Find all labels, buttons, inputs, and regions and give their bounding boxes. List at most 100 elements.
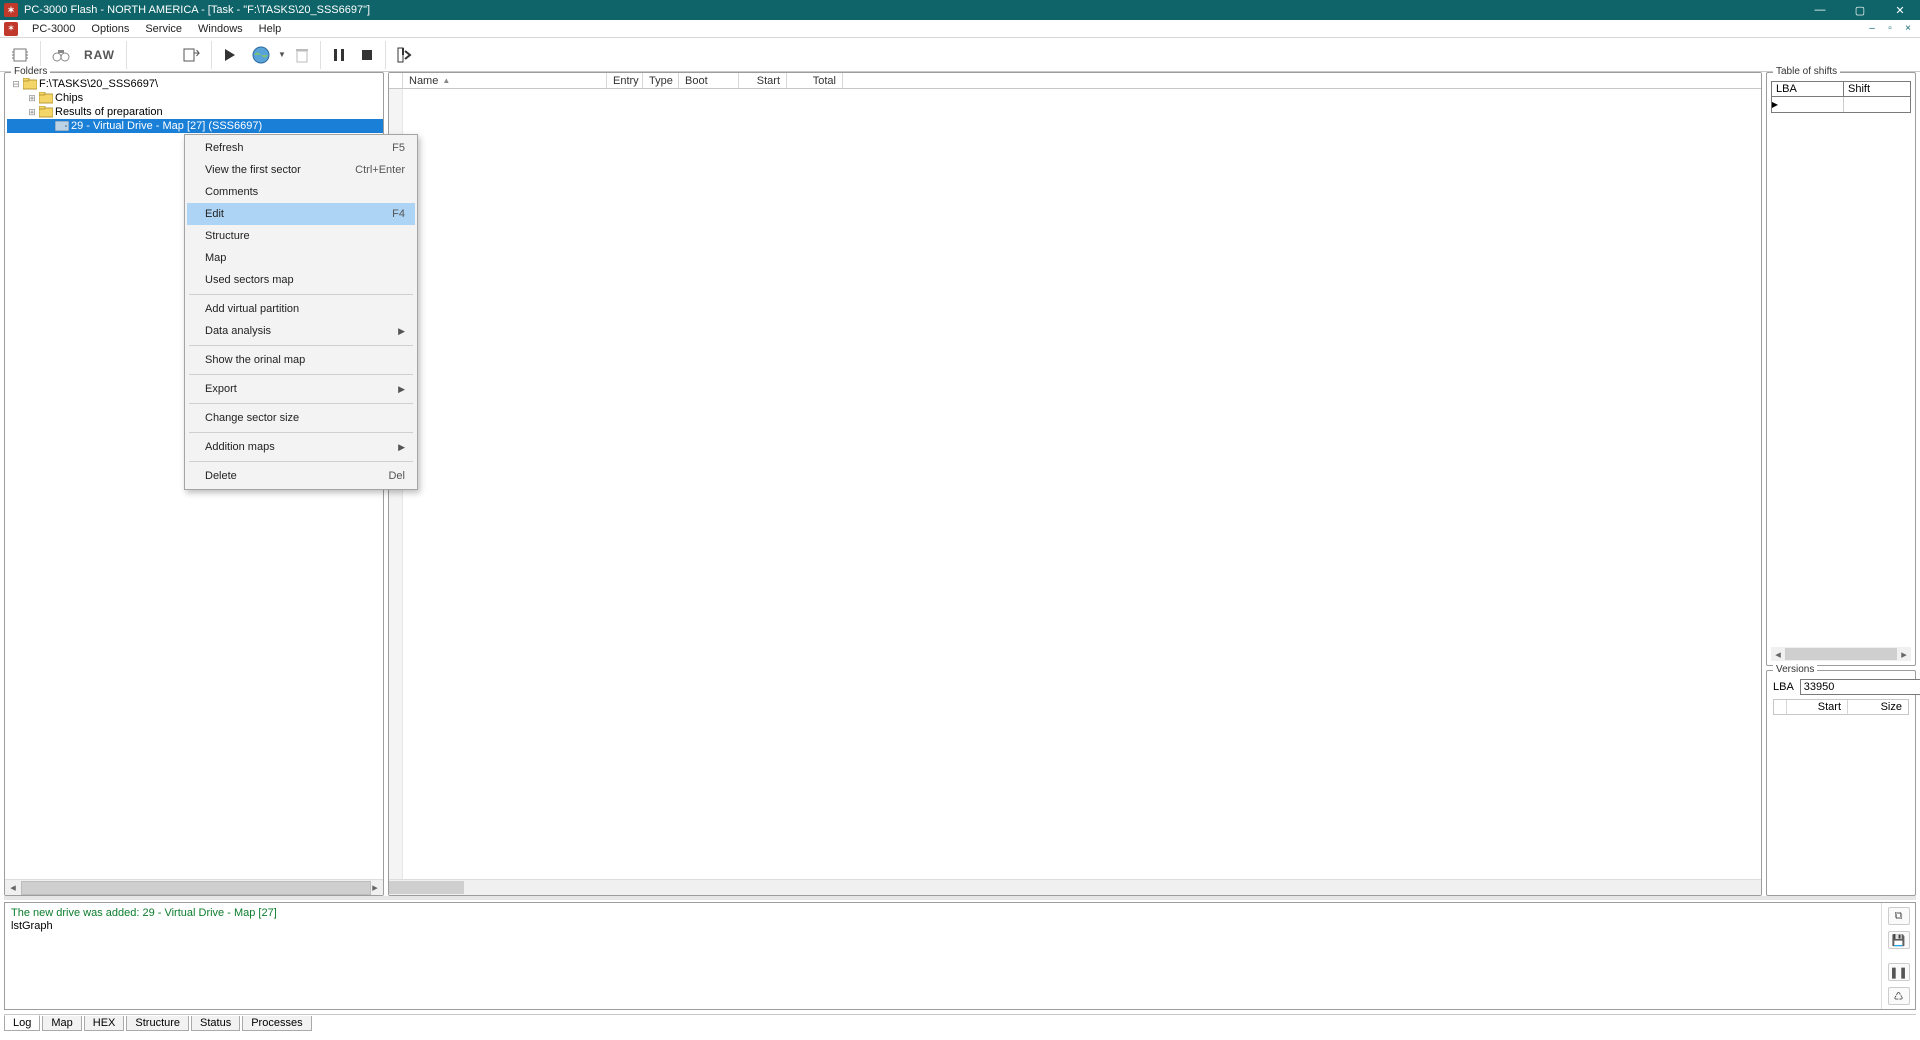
context-item-label: Structure <box>205 230 250 242</box>
tab-hex[interactable]: HEX <box>84 1016 125 1031</box>
grid-col-start[interactable]: Start <box>739 73 787 88</box>
stop-icon[interactable] <box>355 42 379 68</box>
context-item-label: Edit <box>205 208 224 220</box>
tree-item-label: F:\TASKS\20_SSS6697\ <box>39 78 158 90</box>
menu-help[interactable]: Help <box>251 22 290 36</box>
menu-options[interactable]: Options <box>83 22 137 36</box>
context-item[interactable]: Comments <box>187 181 415 203</box>
context-item[interactable]: Export ▶ <box>187 378 415 400</box>
close-button[interactable]: ✕ <box>1880 0 1920 20</box>
tree-twist-icon[interactable]: ⊞ <box>27 107 37 118</box>
folder-icon <box>39 106 53 118</box>
tab-status[interactable]: Status <box>191 1016 240 1031</box>
context-item-label: View the first sector <box>205 164 301 176</box>
tree-item[interactable]: ⊟ F:\TASKS\20_SSS6697\ <box>7 77 383 91</box>
context-item[interactable]: EditF4 <box>187 203 415 225</box>
log-line: The new drive was added: 29 - Virtual Dr… <box>11 907 277 919</box>
tab-structure[interactable]: Structure <box>126 1016 189 1031</box>
versions-title: Versions <box>1773 664 1817 675</box>
versions-body[interactable] <box>1773 719 1909 891</box>
context-separator <box>189 432 413 433</box>
shifts-col-lba[interactable]: LBA <box>1772 82 1844 96</box>
log-save-icon[interactable]: 💾 <box>1888 931 1910 949</box>
context-item[interactable]: Data analysis▶ <box>187 320 415 342</box>
tree-twist-icon[interactable]: ⊞ <box>27 93 37 104</box>
menu-windows[interactable]: Windows <box>190 22 251 36</box>
context-item-shortcut: Del <box>388 470 405 482</box>
scroll-left-icon[interactable]: ◂ <box>1771 648 1785 661</box>
context-item[interactable]: Show the orinal map <box>187 349 415 371</box>
context-item[interactable]: View the first sectorCtrl+Enter <box>187 159 415 181</box>
context-item-label: Data analysis <box>205 325 271 337</box>
menu-pc3000[interactable]: PC-3000 <box>24 22 83 36</box>
horizontal-splitter[interactable] <box>4 896 1916 900</box>
trash-icon <box>290 42 314 68</box>
submenu-arrow-icon: ▶ <box>398 384 405 395</box>
folder-icon <box>39 92 53 104</box>
scroll-right-icon[interactable]: ▸ <box>1897 648 1911 661</box>
log-text[interactable]: The new drive was added: 29 - Virtual Dr… <box>5 903 1881 1009</box>
context-item[interactable]: RefreshF5 <box>187 137 415 159</box>
maximize-button[interactable]: ▢ <box>1840 0 1880 20</box>
grid-header[interactable]: Name▲EntryType Boot StartTotal <box>389 73 1761 89</box>
tree-item[interactable]: ⊞Chips <box>7 91 383 105</box>
chip-icon[interactable] <box>6 42 34 68</box>
context-item-label: Used sectors map <box>205 274 294 286</box>
versions-col-start[interactable]: Start <box>1787 700 1848 714</box>
versions-col-size[interactable]: Size <box>1848 700 1908 714</box>
grid-col-label: Boot <box>685 75 708 87</box>
shifts-row[interactable]: ▶ <box>1771 97 1911 113</box>
context-item[interactable]: Addition maps▶ <box>187 436 415 458</box>
scroll-left-icon[interactable]: ◂ <box>5 881 21 894</box>
minimize-button[interactable]: — <box>1800 0 1840 20</box>
tab-map[interactable]: Map <box>42 1016 81 1031</box>
context-item[interactable]: Map <box>187 247 415 269</box>
context-item[interactable]: Structure <box>187 225 415 247</box>
exit-icon[interactable] <box>392 42 418 68</box>
grid-col-total[interactable]: Total <box>787 73 843 88</box>
grid-col-entry[interactable]: Entry <box>607 73 643 88</box>
play-icon[interactable] <box>218 42 242 68</box>
tab-processes[interactable]: Processes <box>242 1016 311 1031</box>
grid-rows[interactable] <box>403 89 1761 879</box>
tree-item[interactable]: 29 - Virtual Drive - Map [27] (SSS6697) <box>7 119 383 133</box>
export-icon[interactable] <box>177 42 205 68</box>
shifts-col-shift[interactable]: Shift <box>1844 82 1910 96</box>
grid-col-type[interactable]: Type <box>643 73 679 88</box>
context-item[interactable]: Change sector size <box>187 407 415 429</box>
grid-col-name[interactable]: Name▲ <box>403 73 607 88</box>
context-item-label: Add virtual partition <box>205 303 299 315</box>
window-controls: — ▢ ✕ <box>1800 0 1920 20</box>
versions-panel: Versions LBA Start Size <box>1766 670 1916 896</box>
context-item[interactable]: DeleteDel <box>187 465 415 487</box>
log-clear-icon[interactable]: ♺ <box>1888 987 1910 1005</box>
grid-col-boot[interactable]: Boot <box>679 73 739 88</box>
binoculars-icon[interactable] <box>47 42 75 68</box>
mdi-restore[interactable]: ▫ <box>1882 22 1898 36</box>
mdi-minimize[interactable]: – <box>1864 22 1880 36</box>
log-pause-icon[interactable]: ❚❚ <box>1888 963 1910 981</box>
context-item-label: Comments <box>205 186 258 198</box>
context-separator <box>189 374 413 375</box>
globe-dropdown-caret[interactable]: ▼ <box>278 50 286 59</box>
log-line: lstGraph <box>11 920 53 932</box>
globe-icon[interactable] <box>246 42 276 68</box>
context-item[interactable]: Add virtual partition <box>187 298 415 320</box>
menu-service[interactable]: Service <box>137 22 190 36</box>
pause-icon[interactable] <box>327 42 351 68</box>
context-item[interactable]: Used sectors map <box>187 269 415 291</box>
shifts-hscrollbar[interactable]: ◂ ▸ <box>1771 647 1911 661</box>
tree-twist-icon[interactable]: ⊟ <box>11 79 21 90</box>
lba-input[interactable] <box>1800 679 1920 695</box>
versions-header[interactable]: Start Size <box>1773 699 1909 715</box>
tree-item[interactable]: ⊞Results of preparation <box>7 105 383 119</box>
folders-hscrollbar[interactable]: ◂ ▸ <box>5 879 383 895</box>
grid-hscrollbar[interactable] <box>389 879 1761 895</box>
log-copy-icon[interactable]: ⧉ <box>1888 907 1910 925</box>
tab-log[interactable]: Log <box>4 1015 40 1031</box>
app-icon: ✶ <box>4 3 18 17</box>
raw-button[interactable]: RAW <box>79 42 120 68</box>
shifts-header[interactable]: LBA Shift <box>1771 81 1911 97</box>
context-item-label: Export <box>205 383 237 395</box>
mdi-close[interactable]: × <box>1900 22 1916 36</box>
